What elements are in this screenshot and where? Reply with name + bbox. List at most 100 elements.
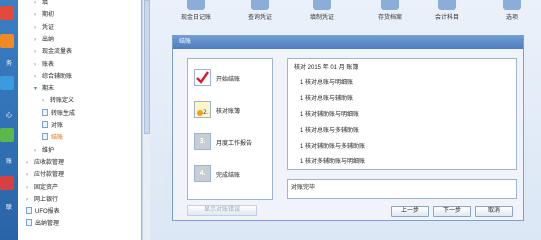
report-item: 1 核对多辅助账与明细账 — [300, 159, 366, 165]
module-label: 务 — [5, 61, 12, 67]
tree-node-label: 综合辅助账 — [42, 73, 73, 80]
chevron-right-icon: › — [34, 61, 36, 68]
document-icon — [26, 219, 32, 227]
step-2-icon: 2. — [194, 101, 211, 118]
green-module-icon[interactable] — [0, 128, 14, 142]
document-icon — [26, 207, 32, 215]
wizard-steps-panel: 开始结账 2. 核对账簿 3. 月度工作报告 4. 完成结账 — [187, 58, 273, 200]
module-label: 心 — [5, 113, 12, 119]
toolbar-options[interactable]: 选项 — [492, 0, 532, 24]
tree-node-label: 维护 — [42, 147, 55, 154]
cancel-button[interactable]: 取消 — [475, 206, 513, 217]
step-label: 月度工作报告 — [216, 141, 253, 147]
tree-node[interactable]: › 凭证 — [34, 22, 54, 34]
show-errors-button[interactable]: 显示对账错误 — [187, 205, 257, 216]
tree-node[interactable]: 对账 — [42, 120, 63, 132]
toolbar-label: 填制凭证 — [309, 15, 334, 21]
report-item: 1 核对总账与辅助账 — [300, 96, 354, 102]
step-label: 核对账簿 — [216, 109, 241, 115]
report-item: 1 核对辅助账与明细账 — [300, 112, 360, 118]
tree-node[interactable]: › 账表 — [34, 59, 54, 71]
module-label: 账 — [5, 159, 12, 165]
svg-text:2.: 2. — [203, 109, 209, 116]
report-item: 1 核对总账与多辅助账 — [300, 128, 360, 134]
tree-node-label: 出纳 — [42, 36, 55, 43]
tree-node[interactable]: › 转账定义 — [42, 95, 74, 107]
chevron-right-icon: › — [34, 147, 36, 154]
report-item: 1 核对辅助账与多辅助账 — [300, 144, 366, 150]
toolbar-inventory-file[interactable]: 存货档案 — [360, 0, 420, 24]
tree-node-label: UFO报表 — [35, 209, 60, 216]
report-header: 核对 2015 年 01 月 账簿 — [294, 65, 359, 71]
tree-node[interactable]: › 固定资产 — [26, 182, 58, 194]
report-item: 1 核对总账与明细账 — [300, 80, 354, 86]
toolbar-query-voucher[interactable]: 查询凭证 — [230, 0, 290, 24]
close-period-dialog: 结账 开始结账 2. 核对账簿 3. 月度工作报告 4. 完成结账 核对 201… — [172, 35, 524, 221]
dialog-title: 结账 — [173, 36, 523, 49]
next-button[interactable]: 下一步 — [433, 206, 471, 217]
chevron-right-icon: › — [34, 24, 36, 31]
toolbar-label: 存货档案 — [377, 15, 402, 21]
prev-button[interactable]: 上一步 — [391, 206, 429, 217]
tree-node-label: 现金流量表 — [42, 49, 73, 56]
chevron-right-icon: › — [26, 196, 28, 203]
chevron-right-icon: › — [42, 98, 44, 105]
step-3-icon: 3. — [194, 133, 211, 150]
finance-module-icon[interactable] — [0, 6, 14, 20]
step-start: 开始结账 — [194, 67, 272, 89]
options-icon — [503, 0, 521, 10]
tree-node-label: 对账 — [51, 123, 64, 129]
blue-module-icon[interactable] — [0, 76, 14, 90]
tree-node-label: 应收款管理 — [34, 159, 65, 166]
tree-node[interactable]: › 期初 — [34, 9, 54, 21]
toolbar-label: 现金日记账 — [180, 15, 211, 21]
chevron-right-icon: › — [34, 0, 36, 6]
tree-node[interactable]: › 应收款管理 — [26, 157, 64, 169]
document-icon — [42, 121, 48, 128]
tree-node[interactable]: › 网上银行 — [26, 194, 58, 206]
tree-node-label: 填 — [42, 0, 49, 6]
tree-node[interactable]: 结账 — [42, 132, 63, 144]
tree-scrollbar[interactable] — [142, 0, 150, 240]
module-label: 联 — [5, 205, 12, 211]
tree-node-label: 期末 — [42, 86, 55, 93]
check-report: 核对 2015 年 01 月 账簿 1 核对总账与明细账 1 核对总账与辅助账 … — [287, 58, 517, 170]
red-module-icon[interactable] — [0, 176, 14, 190]
tree-node-label: 期初 — [42, 12, 55, 19]
tree-node-label: 固定资产 — [34, 184, 59, 191]
checkmark-icon — [194, 69, 211, 86]
step-label: 完成结账 — [216, 173, 241, 179]
step-monthly-report: 3. 月度工作报告 — [194, 131, 272, 153]
tree-node[interactable]: 出纳管理 — [26, 218, 59, 230]
chevron-right-icon: › — [34, 49, 36, 56]
toolbar-cash-journal[interactable]: 现金日记账 — [166, 0, 226, 24]
module-icon-strip: 务 心 账 联 — [0, 0, 18, 240]
tree-node[interactable]: 转账生成 — [42, 108, 75, 120]
toolbar-label: 查询凭证 — [247, 15, 272, 21]
tree-node[interactable]: › 出纳 — [34, 34, 54, 46]
tree-node[interactable]: › 现金流量表 — [34, 46, 72, 58]
fill-voucher-icon — [313, 0, 331, 10]
chevron-right-icon: › — [34, 73, 36, 80]
chevron-down-icon: ▾ — [34, 86, 38, 93]
tree-node[interactable]: › 填 — [34, 0, 48, 9]
inventory-file-icon — [381, 0, 399, 10]
cash-journal-icon — [187, 0, 205, 10]
tree-node[interactable]: UFO报表 — [26, 206, 60, 218]
orange-module-icon[interactable] — [0, 34, 14, 48]
tree-node-label: 网上银行 — [34, 196, 59, 203]
tree-node-label: 结账 — [51, 135, 64, 142]
tree-node[interactable]: ▾ 期末 — [34, 83, 54, 95]
toolbar-label: 选项 — [505, 15, 518, 21]
chevron-right-icon: › — [34, 12, 36, 19]
chevron-right-icon: › — [26, 184, 28, 191]
toolbar-fill-voucher[interactable]: 填制凭证 — [292, 0, 352, 24]
chevron-right-icon: › — [34, 36, 36, 43]
result-textbox[interactable]: 对账完毕 — [287, 179, 517, 199]
tree-node[interactable]: › 综合辅助账 — [34, 71, 72, 83]
step-finish: 4. 完成结账 — [194, 163, 272, 185]
query-voucher-icon — [251, 0, 269, 10]
tree-node[interactable]: › 应付款管理 — [26, 169, 64, 181]
tree-node[interactable]: › 维护 — [34, 145, 54, 157]
toolbar-accounts[interactable]: 会计科目 — [422, 0, 472, 24]
